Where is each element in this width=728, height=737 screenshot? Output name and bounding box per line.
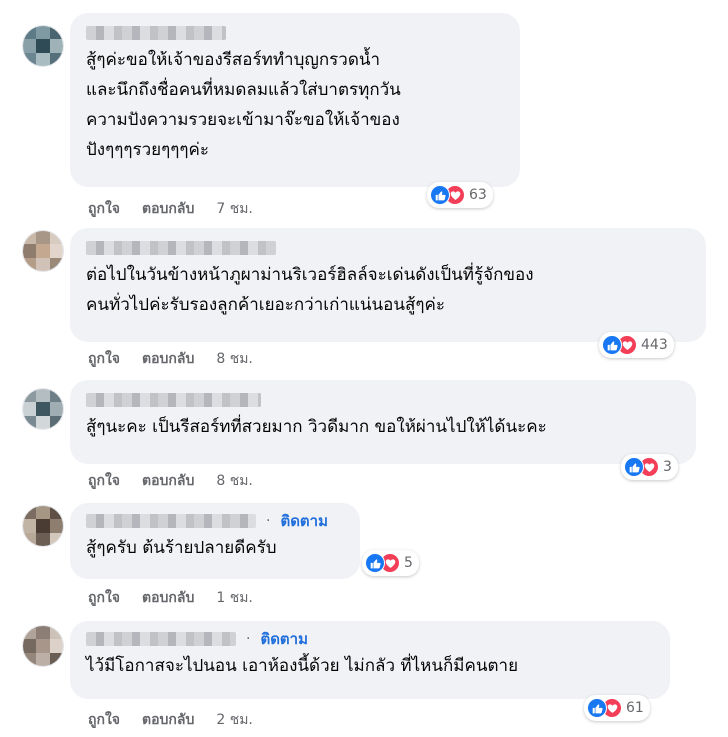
reaction-count: 61 [626, 700, 644, 716]
comment-actions: ถูกใจ ตอบกลับ 8 ชม. [88, 470, 253, 492]
reaction-summary[interactable]: 61 [584, 695, 650, 721]
reply-link[interactable]: ตอบกลับ [142, 348, 194, 370]
comment-bubble: สู้ๆนะคะ เป็นรีสอร์ทที่สวยมาก วิวดีมาก ข… [70, 380, 696, 464]
timestamp[interactable]: 7 ชม. [216, 198, 253, 220]
like-link[interactable]: ถูกใจ [88, 587, 120, 609]
author-row: · ติดตาม [86, 511, 344, 531]
author-name-blurred[interactable] [86, 241, 276, 255]
timestamp[interactable]: 8 ชม. [216, 470, 253, 492]
follow-link[interactable]: ติดตาม [280, 509, 328, 533]
reaction-summary[interactable]: 3 [621, 454, 678, 480]
avatar[interactable] [22, 505, 64, 547]
comment-1: สู้ๆค่ะขอให้เจ้าของรีสอร์ททำบุญกรวดน้ำ แ… [0, 0, 728, 225]
comment-text: สู้ๆนะคะ เป็นรีสอร์ทที่สวยมาก วิวดีมาก ข… [86, 417, 547, 437]
reaction-summary[interactable]: 5 [362, 550, 419, 576]
reaction-count: 443 [641, 337, 668, 353]
comment-bubble: ต่อไปในวันข้างหน้าภูผาม่านริเวอร์ฮิลล์จะ… [70, 228, 706, 342]
comment-bubble: · ติดตาม ไว้มีโอกาสจะไปนอน เอาห้องนี้ด้ว… [70, 621, 670, 699]
comment-actions: ถูกใจ ตอบกลับ 7 ชม. [88, 198, 253, 220]
author-row [86, 238, 690, 258]
comment-3: สู้ๆนะคะ เป็นรีสอร์ทที่สวยมาก วิวดีมาก ข… [0, 375, 728, 495]
like-icon [602, 335, 622, 355]
comment-bubble: สู้ๆค่ะขอให้เจ้าของรีสอร์ททำบุญกรวดน้ำ แ… [70, 13, 520, 187]
comment-bubble: · ติดตาม สู้ๆครับ ต้นร้ายปลายดีครับ [70, 503, 360, 579]
author-row [86, 390, 680, 410]
avatar[interactable] [22, 230, 64, 272]
avatar[interactable] [22, 388, 64, 430]
comment-actions: ถูกใจ ตอบกลับ 8 ชม. [88, 348, 253, 370]
author-name-blurred[interactable] [86, 26, 226, 40]
author-name-blurred[interactable] [86, 632, 236, 646]
like-icon [430, 185, 450, 205]
separator-dot: · [266, 513, 271, 529]
comment-actions: ถูกใจ ตอบกลับ 2 ชม. [88, 709, 253, 731]
reaction-count: 5 [404, 555, 413, 571]
like-icon [365, 553, 385, 573]
like-link[interactable]: ถูกใจ [88, 709, 120, 731]
reply-link[interactable]: ตอบกลับ [142, 470, 194, 492]
comment-actions: ถูกใจ ตอบกลับ 1 ชม. [88, 587, 253, 609]
comment-text: ไว้มีโอกาสจะไปนอน เอาห้องนี้ด้วย ไม่กลัว… [86, 656, 519, 676]
avatar[interactable] [22, 25, 64, 67]
timestamp[interactable]: 1 ชม. [216, 587, 253, 609]
like-icon [587, 698, 607, 718]
author-name-blurred[interactable] [86, 514, 256, 528]
timestamp[interactable]: 2 ชม. [216, 709, 253, 731]
reaction-summary[interactable]: 443 [599, 332, 674, 358]
comment-text: สู้ๆครับ ต้นร้ายปลายดีครับ [86, 538, 277, 558]
reaction-count: 63 [469, 187, 487, 203]
comment-text: ต่อไปในวันข้างหน้าภูผาม่านริเวอร์ฮิลล์จะ… [86, 265, 534, 315]
avatar[interactable] [22, 625, 64, 667]
author-row [86, 23, 504, 43]
like-link[interactable]: ถูกใจ [88, 198, 120, 220]
reply-link[interactable]: ตอบกลับ [142, 709, 194, 731]
reaction-summary[interactable]: 63 [427, 182, 493, 208]
comment-2: ต่อไปในวันข้างหน้าภูผาม่านริเวอร์ฮิลล์จะ… [0, 225, 728, 375]
author-name-blurred[interactable] [86, 393, 261, 407]
like-link[interactable]: ถูกใจ [88, 470, 120, 492]
reply-link[interactable]: ตอบกลับ [142, 198, 194, 220]
timestamp[interactable]: 8 ชม. [216, 348, 253, 370]
like-link[interactable]: ถูกใจ [88, 348, 120, 370]
author-row: · ติดตาม [86, 629, 654, 649]
reaction-count: 3 [663, 459, 672, 475]
like-icon [624, 457, 644, 477]
comment-5: · ติดตาม ไว้มีโอกาสจะไปนอน เอาห้องนี้ด้ว… [0, 615, 728, 737]
follow-link[interactable]: ติดตาม [260, 627, 308, 651]
comment-4: · ติดตาม สู้ๆครับ ต้นร้ายปลายดีครับ ถูกใ… [0, 495, 728, 615]
reply-link[interactable]: ตอบกลับ [142, 587, 194, 609]
separator-dot: · [246, 631, 251, 647]
comment-text: สู้ๆค่ะขอให้เจ้าของรีสอร์ททำบุญกรวดน้ำ แ… [86, 50, 401, 160]
